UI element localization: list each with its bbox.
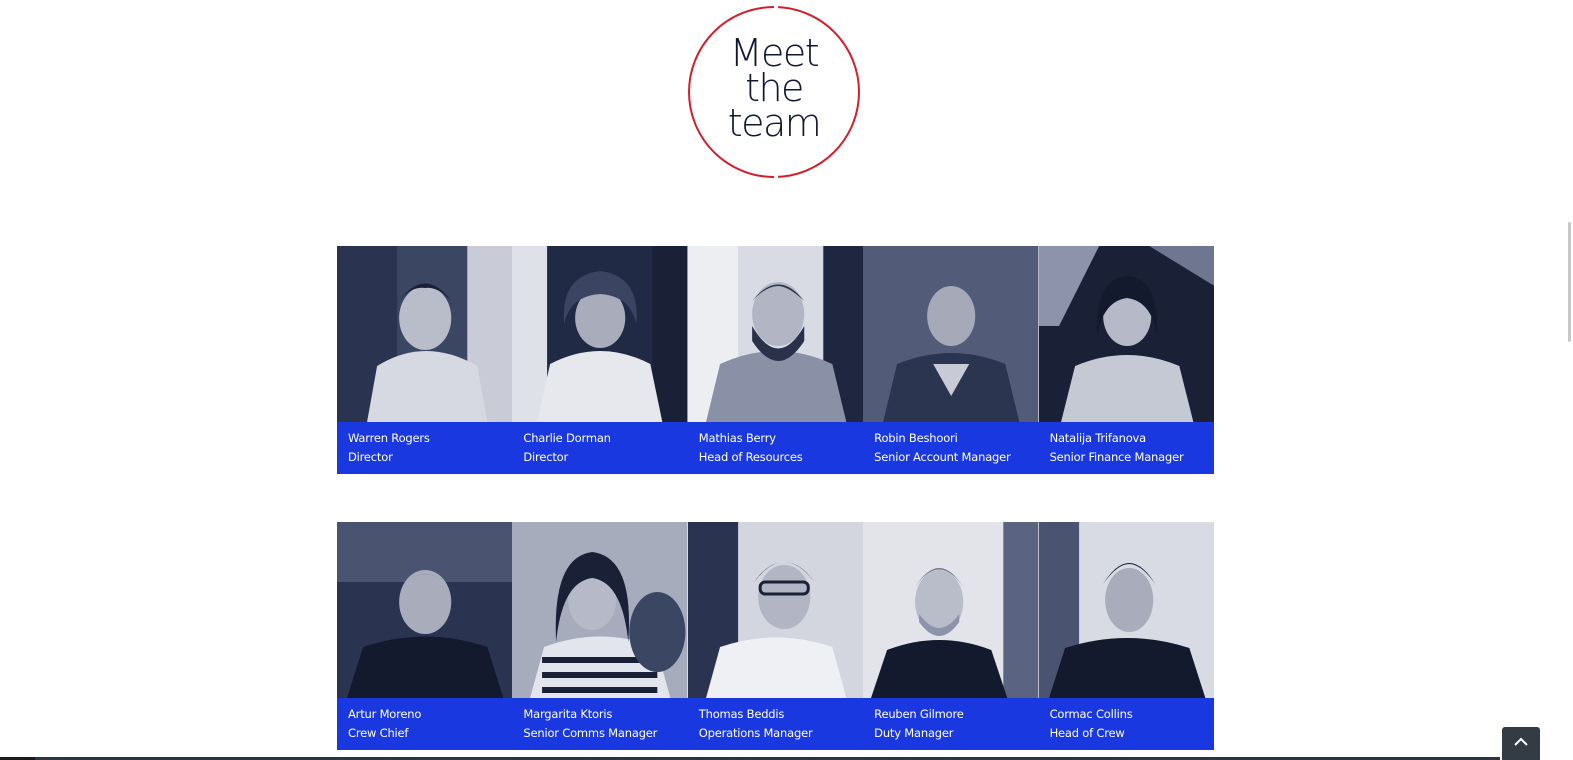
team-row-2: Artur Moreno Crew Chief Margarita Ktoris… xyxy=(337,522,1214,751)
team-member-caption: Warren Rogers Director xyxy=(337,422,513,474)
team-member-role: Director xyxy=(523,450,568,464)
team-member-role: Head of Resources xyxy=(698,450,803,464)
scrollbar-thumb[interactable] xyxy=(1568,222,1571,342)
team-member-card[interactable]: Artur Moreno Crew Chief xyxy=(337,522,513,751)
team-member-card[interactable]: Natalija Trifanova Senior Finance Manage… xyxy=(1038,246,1214,475)
team-member-caption: Margarita Ktoris Senior Comms Manager xyxy=(512,698,688,750)
team-member-name: Mathias Berry xyxy=(698,431,776,445)
team-member-name: Artur Moreno xyxy=(348,707,422,721)
team-member-photo xyxy=(337,246,513,422)
team-member-card[interactable]: Charlie Dorman Director xyxy=(512,246,688,475)
team-member-role: Crew Chief xyxy=(348,726,409,740)
team-member-name: Cormac Collins xyxy=(1049,707,1133,721)
team-member-photo xyxy=(337,522,513,698)
team-member-name: Warren Rogers xyxy=(348,431,430,445)
team-member-name: Charlie Dorman xyxy=(523,431,611,445)
team-member-photo xyxy=(687,522,864,698)
team-member-card[interactable]: Margarita Ktoris Senior Comms Manager xyxy=(512,522,688,751)
team-member-role: Operations Manager xyxy=(698,726,813,740)
team-member-caption: Thomas Beddis Operations Manager xyxy=(687,698,864,750)
team-member-role: Duty Manager xyxy=(874,726,954,740)
team-member-caption: Mathias Berry Head of Resources xyxy=(687,422,864,474)
meet-the-team-heading: Meet the team xyxy=(688,5,860,179)
team-member-role: Senior Finance Manager xyxy=(1049,450,1184,464)
team-member-card[interactable]: Thomas Beddis Operations Manager xyxy=(687,522,864,751)
team-member-card[interactable]: Mathias Berry Head of Resources xyxy=(687,246,864,475)
team-member-role: Senior Account Manager xyxy=(874,450,1011,464)
heading-line-3: team xyxy=(727,101,822,145)
team-member-card[interactable]: Cormac Collins Head of Crew xyxy=(1038,522,1214,751)
heading-text: Meet the team xyxy=(690,34,858,145)
chevron-up-icon xyxy=(1514,737,1528,746)
team-member-card[interactable]: Warren Rogers Director xyxy=(337,246,513,475)
team-member-name: Margarita Ktoris xyxy=(523,707,613,721)
team-member-photo xyxy=(687,246,864,422)
team-member-caption: Natalija Trifanova Senior Finance Manage… xyxy=(1038,422,1214,474)
team-member-caption: Robin Beshoori Senior Account Manager xyxy=(863,422,1039,474)
team-member-name: Reuben Gilmore xyxy=(874,707,964,721)
team-member-caption: Reuben Gilmore Duty Manager xyxy=(863,698,1039,750)
team-member-caption: Artur Moreno Crew Chief xyxy=(337,698,513,750)
team-member-photo xyxy=(1038,246,1214,422)
team-member-role: Director xyxy=(348,450,393,464)
page: Meet the team Warren Rogers Director Cha… xyxy=(0,0,1573,760)
team-member-name: Thomas Beddis xyxy=(698,707,785,721)
team-member-caption: Charlie Dorman Director xyxy=(512,422,688,474)
team-member-photo xyxy=(512,246,688,422)
team-member-card[interactable]: Robin Beshoori Senior Account Manager xyxy=(863,246,1039,475)
team-member-photo xyxy=(863,246,1039,422)
team-member-role: Senior Comms Manager xyxy=(523,726,658,740)
team-member-name: Robin Beshoori xyxy=(874,431,958,445)
team-member-photo xyxy=(1038,522,1214,698)
team-member-role: Head of Crew xyxy=(1049,726,1125,740)
team-member-name: Natalija Trifanova xyxy=(1049,431,1147,445)
team-member-photo xyxy=(512,522,688,698)
team-member-caption: Cormac Collins Head of Crew xyxy=(1038,698,1214,750)
scrollbar[interactable] xyxy=(1565,0,1573,760)
team-member-photo xyxy=(863,522,1039,698)
team-row-1: Warren Rogers Director Charlie Dorman Di… xyxy=(337,246,1214,475)
back-to-top-button[interactable] xyxy=(1502,727,1540,760)
team-member-card[interactable]: Reuben Gilmore Duty Manager xyxy=(863,522,1039,751)
